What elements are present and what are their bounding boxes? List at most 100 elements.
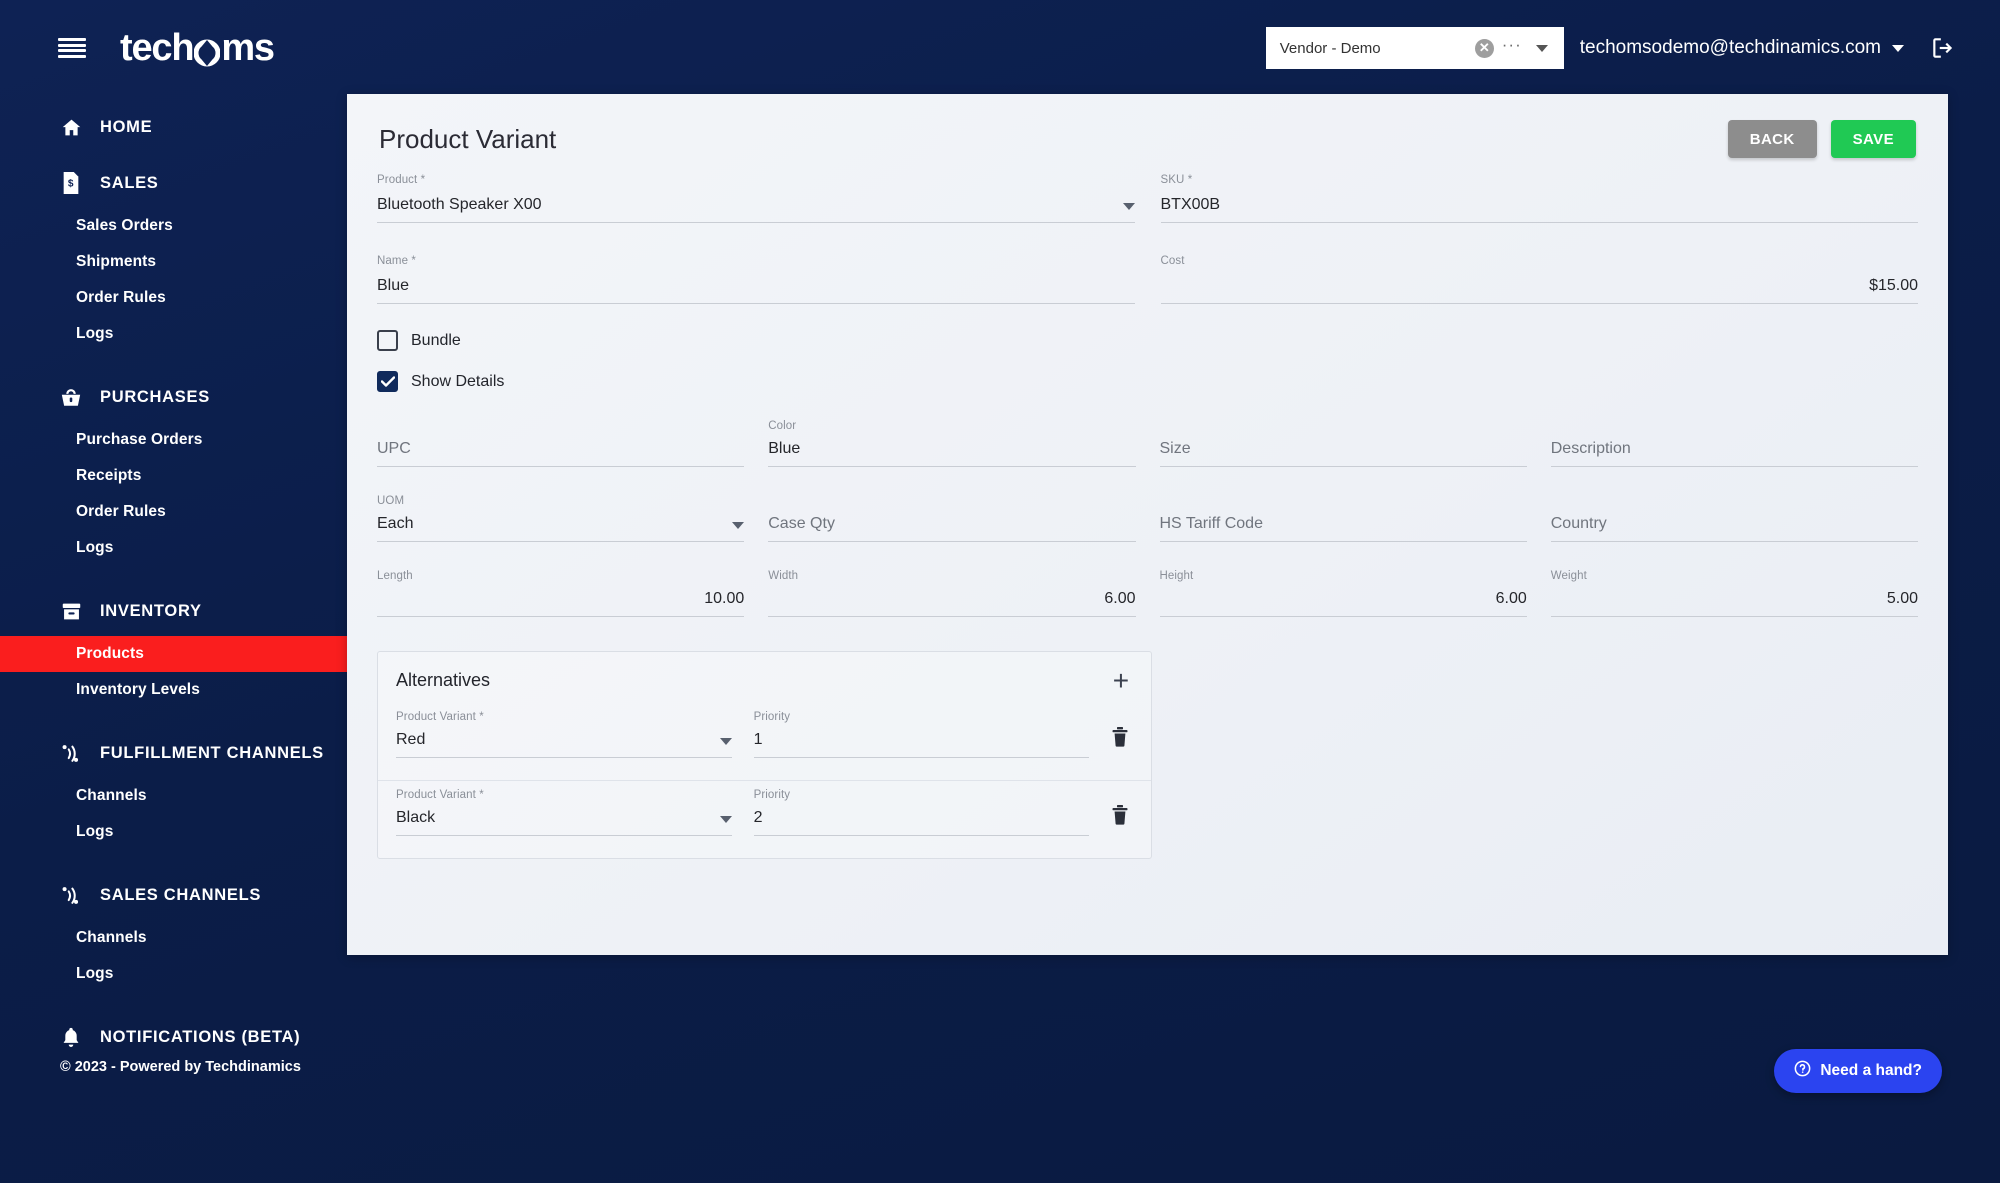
logout-icon[interactable]: [1930, 35, 1956, 61]
uom-field[interactable]: UOM Each: [377, 493, 745, 542]
sidebar-item-sales-orders[interactable]: Sales Orders: [0, 208, 347, 244]
sidebar-item-logs[interactable]: Logs: [0, 316, 347, 352]
product-field[interactable]: Product * Bluetooth Speaker X00: [377, 172, 1135, 223]
name-value: Blue: [377, 277, 410, 294]
size-field[interactable]: Size: [1159, 418, 1527, 467]
length-field-wrap: Length 10.00: [377, 568, 745, 617]
clear-circle-icon[interactable]: ✕: [1474, 38, 1494, 58]
name-label: Name *: [377, 255, 416, 267]
sidebar-group-sales: $ SALES Sales Orders Shipments Order Rules Lo…: [0, 152, 347, 366]
sidebar-item-logs[interactable]: Logs: [0, 814, 347, 850]
show-details-checkbox-row[interactable]: Show Details: [377, 371, 1148, 392]
sidebar-header-label: FULFILLMENT CHANNELS: [100, 743, 324, 762]
sidebar-item-receipts[interactable]: Receipts: [0, 458, 347, 494]
name-field[interactable]: Name * Blue: [377, 253, 1135, 304]
size-placeholder: Size: [1159, 440, 1191, 457]
hs-tariff-code-field[interactable]: HS Tariff Code: [1159, 493, 1527, 542]
sidebar-item-products[interactable]: Products: [0, 636, 347, 672]
need-a-hand-button[interactable]: Need a hand?: [1774, 1049, 1942, 1093]
weight-field-wrap: Weight 5.00: [1550, 568, 1918, 617]
sidebar-nav: HOME $ SALES Sales Orders Shipments Order Rul…: [0, 96, 347, 1062]
chevron-down-icon[interactable]: [1122, 203, 1135, 210]
description-field[interactable]: Description: [1550, 418, 1918, 467]
chevron-down-icon[interactable]: [732, 522, 745, 529]
alt-variant-field[interactable]: Product Variant * Black: [396, 787, 732, 836]
upc-field[interactable]: UPC: [377, 418, 745, 467]
cost-field[interactable]: Cost $15.00: [1160, 253, 1918, 304]
user-menu[interactable]: techomsodemo@techdinamics.com: [1580, 37, 1904, 59]
sidebar-header-home[interactable]: HOME: [0, 102, 347, 152]
color-field-wrap: Color Blue: [768, 418, 1136, 467]
sidebar-item-order-rules[interactable]: Order Rules: [0, 280, 347, 316]
show-details-checkbox[interactable]: [377, 371, 398, 392]
length-label: Length: [377, 570, 413, 582]
ellipsis-icon[interactable]: ···: [1500, 35, 1524, 61]
chevron-down-icon[interactable]: [1892, 44, 1904, 52]
cost-label: Cost: [1160, 255, 1185, 267]
case-qty-field[interactable]: Case Qty: [768, 493, 1136, 542]
sidebar-group-sales-channels: SALES CHANNELS Channels Logs: [0, 864, 347, 1006]
form-row-1: Product * Bluetooth Speaker X00 SKU * BT…: [377, 172, 1918, 223]
form-row-3: UPC Color Blue Size Description: [377, 418, 1918, 467]
vendor-selector[interactable]: Vendor - Demo ✕ ···: [1265, 27, 1564, 69]
back-button[interactable]: BACK: [1727, 120, 1817, 158]
country-field[interactable]: Country: [1550, 493, 1918, 542]
alt-priority-field[interactable]: Priority 2: [753, 787, 1090, 836]
sku-field[interactable]: SKU * BTX00B: [1160, 172, 1918, 223]
sidebar-header-label: PURCHASES: [100, 387, 210, 406]
uom-field-wrap: UOM Each: [377, 493, 745, 542]
alternatives-card: Alternatives + Product Variant * Red Prior…: [377, 651, 1153, 859]
sidebar-header-sales[interactable]: $ SALES: [0, 158, 347, 208]
form-row-4: UOM Each Case Qty HS Tariff Code Country: [377, 493, 1918, 542]
bundle-checkbox[interactable]: [377, 330, 398, 351]
sidebar-header-fulfillment-channels[interactable]: FULFILLMENT CHANNELS: [0, 728, 347, 778]
sidebar-header-label: SALES: [100, 173, 159, 192]
trash-icon[interactable]: [1111, 727, 1129, 752]
weight-label: Weight: [1550, 570, 1587, 582]
product-variant-form: Product * Bluetooth Speaker X00 SKU * BT…: [347, 158, 1948, 859]
card-header: Product Variant BACK SAVE: [347, 94, 1948, 158]
hamburger-menu-icon[interactable]: [58, 38, 86, 58]
bundle-checkbox-row[interactable]: Bundle: [377, 330, 1148, 351]
user-email-label: techomsodemo@techdinamics.com: [1579, 37, 1881, 58]
sidebar-header-notifications-beta[interactable]: NOTIFICATIONS (BETA): [0, 1012, 347, 1062]
color-field[interactable]: Color Blue: [768, 418, 1136, 467]
sidebar-item-logs[interactable]: Logs: [0, 956, 347, 992]
width-field[interactable]: Width 6.00: [768, 568, 1136, 617]
brand-logo[interactable]: tech ms: [120, 26, 275, 70]
sidebar-item-logs[interactable]: Logs: [0, 530, 347, 566]
plus-icon[interactable]: +: [1113, 666, 1129, 694]
bell-icon: [60, 1026, 82, 1048]
save-button[interactable]: SAVE: [1830, 120, 1916, 158]
alt-variant-label: Product Variant *: [396, 711, 484, 723]
alt-variant-field[interactable]: Product Variant * Red: [396, 709, 732, 758]
sidebar-header-purchases[interactable]: PURCHASES: [0, 372, 347, 422]
length-field[interactable]: Length 10.00: [377, 568, 745, 617]
country-field-wrap: Country: [1550, 493, 1918, 542]
sidebar-item-channels[interactable]: Channels: [0, 778, 347, 814]
sidebar-item-purchase-orders[interactable]: Purchase Orders: [0, 422, 347, 458]
chevron-down-icon[interactable]: [719, 738, 732, 745]
brand-logo-text-pre: tech: [120, 26, 195, 69]
header-actions: BACK SAVE: [1727, 120, 1916, 158]
alt-priority-field[interactable]: Priority 1: [753, 709, 1090, 758]
product-label: Product *: [377, 174, 426, 186]
trash-icon[interactable]: [1111, 805, 1129, 830]
height-field[interactable]: Height 6.00: [1159, 568, 1527, 617]
alt-priority-wrap: Priority 2: [753, 787, 1090, 836]
weight-field[interactable]: Weight 5.00: [1550, 568, 1918, 617]
sidebar-item-inventory-levels[interactable]: Inventory Levels: [0, 672, 347, 708]
sidebar-item-order-rules[interactable]: Order Rules: [0, 494, 347, 530]
vendor-selected-value: Vendor - Demo: [1279, 39, 1381, 57]
sidebar-item-shipments[interactable]: Shipments: [0, 244, 347, 280]
sidebar-item-channels[interactable]: Channels: [0, 920, 347, 956]
alternatives-header: Alternatives +: [378, 652, 1151, 703]
sidebar-header-inventory[interactable]: INVENTORY: [0, 586, 347, 636]
chevron-down-icon[interactable]: [719, 816, 732, 823]
color-label: Color: [768, 420, 797, 432]
sidebar-header-sales-channels[interactable]: SALES CHANNELS: [0, 870, 347, 920]
chevron-down-icon[interactable]: [1535, 44, 1548, 52]
width-label: Width: [768, 570, 799, 582]
product-field-wrap: Product * Bluetooth Speaker X00: [377, 172, 1135, 223]
brand-row: tech ms: [0, 0, 347, 96]
